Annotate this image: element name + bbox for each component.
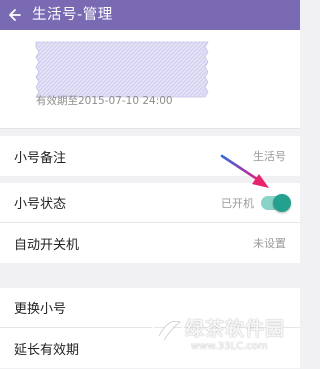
toggle-knob	[273, 194, 291, 212]
extend-validity-label: 延长有效期	[14, 342, 80, 358]
remark-value: 生活号	[253, 150, 286, 163]
status-group: 小号状态 已开机 自动开关机 未设置	[0, 183, 300, 263]
status-value: 已开机	[221, 196, 254, 210]
status-label: 小号状态	[14, 197, 67, 212]
change-number-label: 更换小号	[14, 302, 67, 317]
masked-number-image	[35, 41, 209, 98]
number-card: 有效期至2015-07-10 24:00	[0, 30, 300, 129]
watermark-url: www.33LC.com	[191, 341, 268, 352]
watermark-name: 绿茶软件园	[185, 318, 286, 340]
remark-label: 小号备注	[14, 150, 67, 166]
validity-text: 有效期至2015-07-10 24:00	[36, 95, 173, 107]
back-arrow-icon[interactable]	[0, 0, 30, 30]
auto-power-value: 未设置	[253, 237, 286, 250]
app-bar: 生活号-管理	[0, 0, 300, 30]
power-toggle[interactable]	[261, 194, 291, 212]
remark-group: 小号备注 生活号	[0, 136, 300, 176]
remark-row[interactable]: 小号备注 生活号	[0, 136, 300, 176]
status-row: 小号状态 已开机	[0, 183, 300, 223]
auto-power-row[interactable]: 自动开关机 未设置	[0, 223, 300, 263]
page-title: 生活号-管理	[32, 7, 113, 23]
auto-power-label: 自动开关机	[14, 237, 80, 253]
